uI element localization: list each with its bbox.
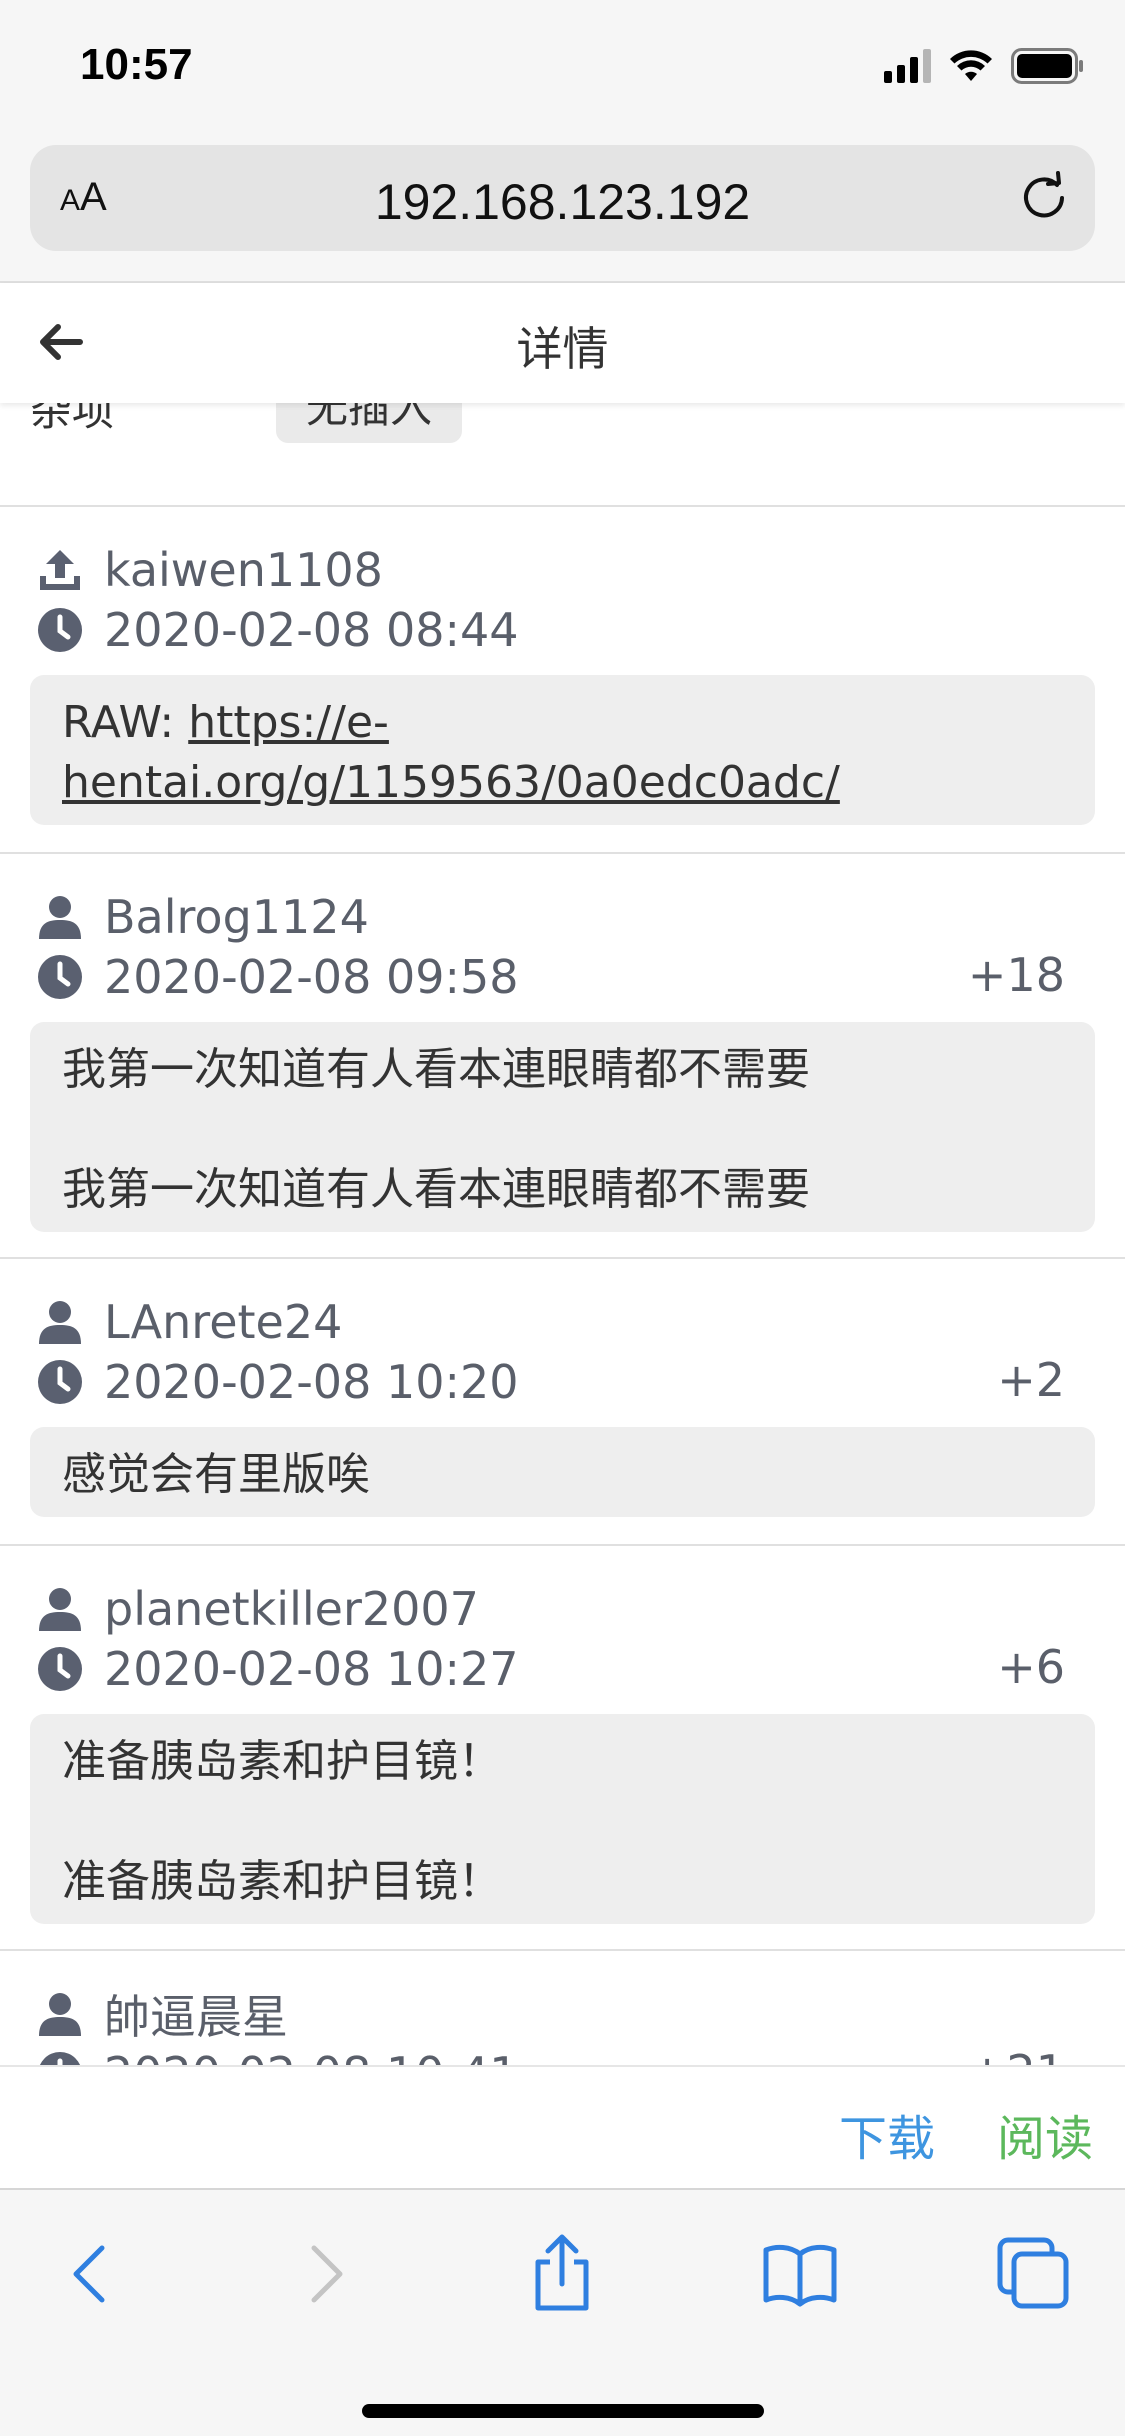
- comment-score: +6: [997, 1640, 1065, 1694]
- comment-score: +21: [968, 2045, 1065, 2065]
- comment-body-prefix: RAW:: [62, 697, 189, 748]
- comment-username[interactable]: Balrog1124: [104, 890, 369, 944]
- comment-item: planetkiller2007 2020-02-08 10:27 +6 准备胰…: [0, 1546, 1125, 1951]
- comment-user-line: planetkiller2007: [36, 1580, 479, 1638]
- browser-address-area: AA 192.168.123.192: [0, 135, 1125, 283]
- battery-icon: [1011, 48, 1083, 84]
- tag-chip[interactable]: 无插入: [276, 403, 463, 443]
- browser-back-icon[interactable]: [52, 2234, 132, 2314]
- user-icon: [39, 1993, 81, 2036]
- comment-time-line: 2020-02-08 09:58: [36, 948, 519, 1006]
- comment-item: Balrog1124 2020-02-08 09:58 +18 我第一次知道有人…: [0, 854, 1125, 1259]
- comment-body: 我第一次知道有人看本連眼睛都不需要 我第一次知道有人看本連眼睛都不需要: [30, 1022, 1095, 1232]
- app-header: 详情: [0, 283, 1125, 403]
- comment-username[interactable]: 帥逼晨星: [104, 1981, 288, 2047]
- comment-time-line: 2020-02-08 10:20: [36, 1353, 519, 1411]
- clock-icon: [38, 955, 82, 999]
- clock-icon: [38, 608, 82, 652]
- comment-score: +18: [967, 948, 1065, 1002]
- status-time: 10:57: [80, 40, 193, 89]
- status-icons: [884, 48, 1085, 84]
- comment-user-line: kaiwen1108: [36, 541, 383, 599]
- comment-score: +2: [997, 1353, 1065, 1407]
- user-icon: [39, 1588, 81, 1631]
- tabs-icon[interactable]: [994, 2234, 1074, 2314]
- wifi-icon: [950, 50, 992, 81]
- page-title: 详情: [516, 322, 609, 376]
- comment-time-line: 2020-02-08 10:41: [36, 2045, 519, 2065]
- browser-forward-icon[interactable]: [284, 2234, 364, 2314]
- comment-body: 准备胰岛素和护目镜！ 准备胰岛素和护目镜！: [30, 1714, 1095, 1924]
- tag-category-label: 杂项: [30, 403, 115, 435]
- address-bar[interactable]: AA 192.168.123.192: [30, 145, 1095, 251]
- reload-icon[interactable]: [1017, 171, 1071, 225]
- download-button[interactable]: 下载: [839, 2099, 935, 2169]
- comment-time: 2020-02-08 09:58: [104, 950, 519, 1004]
- share-icon[interactable]: [522, 2234, 602, 2314]
- cellular-signal-icon: [884, 49, 931, 83]
- comment-body: RAW: https://e-hentai.org/g/1159563/0a0e…: [30, 675, 1095, 825]
- comment-time-line: 2020-02-08 10:27: [36, 1640, 519, 1698]
- url-text[interactable]: 192.168.123.192: [30, 173, 1095, 231]
- comment-item: 帥逼晨星 2020-02-08 10:41 +21: [0, 1951, 1125, 2065]
- user-icon: [39, 1301, 81, 1344]
- comments-list[interactable]: 杂项 无插入 kaiwen1108 2020-02-08 08:44 RAW: …: [0, 403, 1125, 2065]
- comment-username[interactable]: LAnrete24: [104, 1295, 342, 1349]
- bookmarks-icon[interactable]: [760, 2234, 840, 2314]
- status-bar: 10:57: [0, 0, 1125, 135]
- comment-body: 感觉会有里版唉: [30, 1427, 1095, 1517]
- browser-toolbar: [0, 2188, 1125, 2436]
- bottom-action-bar: 下载 阅读: [0, 2065, 1125, 2188]
- comment-time: 2020-02-08 10:41: [104, 2047, 519, 2065]
- comment-username[interactable]: planetkiller2007: [104, 1582, 479, 1636]
- comment-user-line: 帥逼晨星: [36, 1985, 288, 2044]
- read-button[interactable]: 阅读: [997, 2099, 1093, 2169]
- comment-user-line: LAnrete24: [36, 1293, 342, 1351]
- comment-time-line: 2020-02-08 08:44: [36, 601, 519, 659]
- clock-icon: [38, 1360, 82, 1404]
- tag-row-partial: 杂项 无插入: [0, 403, 1125, 507]
- comment-username[interactable]: kaiwen1108: [104, 543, 383, 597]
- comment-time: 2020-02-08 10:20: [104, 1355, 519, 1409]
- home-indicator: [362, 2404, 764, 2418]
- comment-item: LAnrete24 2020-02-08 10:20 +2 感觉会有里版唉: [0, 1259, 1125, 1546]
- clock-icon: [38, 1647, 82, 1691]
- comment-time: 2020-02-08 10:27: [104, 1642, 519, 1696]
- comment-item: kaiwen1108 2020-02-08 08:44 RAW: https:/…: [0, 507, 1125, 854]
- comment-time: 2020-02-08 08:44: [104, 603, 519, 657]
- upload-icon: [40, 550, 80, 590]
- clock-icon: [39, 2052, 81, 2065]
- user-icon: [39, 896, 81, 939]
- comment-user-line: Balrog1124: [36, 888, 369, 946]
